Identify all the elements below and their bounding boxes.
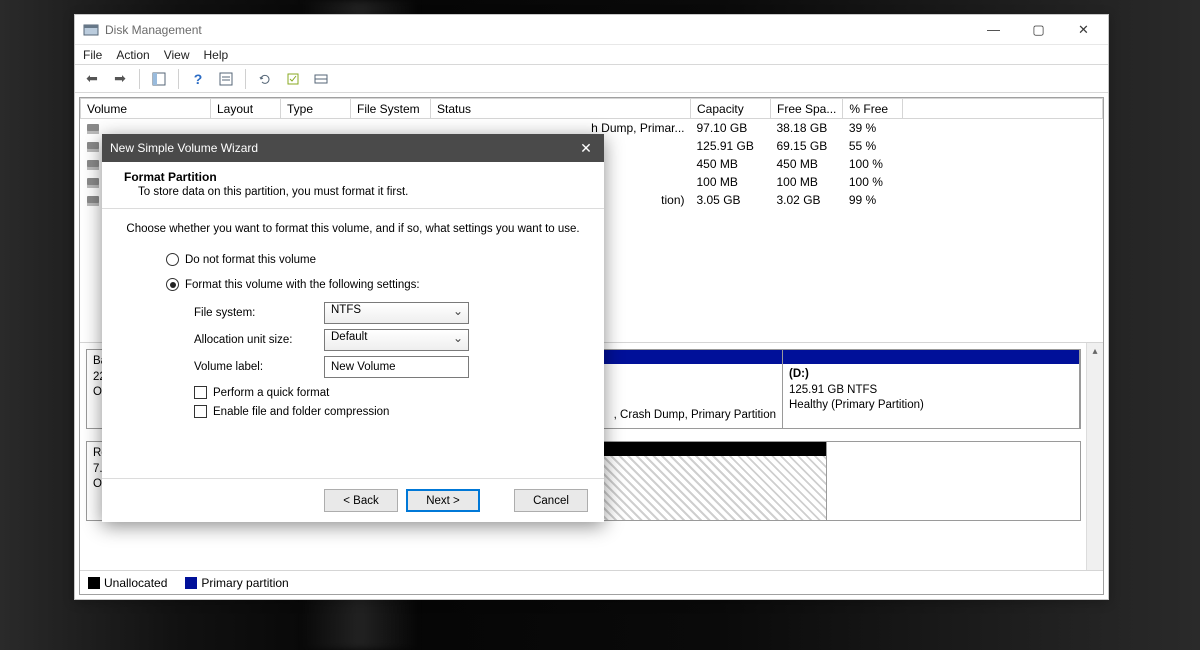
radio-format-with-settings[interactable]: Format this volume with the following se…	[166, 278, 582, 291]
refresh-icon[interactable]	[254, 68, 276, 90]
volume-icon	[87, 124, 99, 134]
cancel-button[interactable]: Cancel	[514, 489, 588, 512]
list-icon[interactable]	[310, 68, 332, 90]
checkbox-icon	[194, 405, 207, 418]
close-button[interactable]: ✕	[1061, 15, 1106, 45]
wizard-lead-text: Choose whether you want to format this v…	[124, 223, 582, 235]
new-simple-volume-wizard: New Simple Volume Wizard ✕ Format Partit…	[102, 134, 604, 522]
checkbox-icon	[194, 386, 207, 399]
maximize-button[interactable]: ▢	[1016, 15, 1061, 45]
volume-label-input[interactable]	[324, 356, 469, 378]
label-allocation-unit: Allocation unit size:	[194, 334, 324, 346]
col-free[interactable]: Free Spa...	[771, 99, 843, 119]
forward-icon[interactable]: ➡	[109, 68, 131, 90]
col-pctfree[interactable]: % Free	[843, 99, 903, 119]
col-volume[interactable]: Volume	[81, 99, 211, 119]
minimize-button[interactable]: ―	[971, 15, 1016, 45]
menu-view[interactable]: View	[164, 48, 190, 62]
file-system-select[interactable]: NTFS	[324, 302, 469, 324]
col-layout[interactable]: Layout	[211, 99, 281, 119]
window-title: Disk Management	[105, 23, 202, 37]
radio-do-not-format[interactable]: Do not format this volume	[166, 253, 582, 266]
wizard-heading: Format Partition	[124, 170, 582, 184]
scrollbar-vertical[interactable]: ▴	[1086, 343, 1103, 570]
col-capacity[interactable]: Capacity	[691, 99, 771, 119]
volume-icon	[87, 196, 99, 206]
action-icon[interactable]	[282, 68, 304, 90]
scroll-up-icon[interactable]: ▴	[1087, 343, 1103, 360]
radio-icon	[166, 278, 179, 291]
menu-file[interactable]: File	[83, 48, 102, 62]
allocation-unit-select[interactable]: Default	[324, 329, 469, 351]
volume-icon	[87, 142, 99, 152]
properties-icon[interactable]	[215, 68, 237, 90]
help-icon[interactable]: ?	[187, 68, 209, 90]
legend-swatch-primary	[185, 577, 197, 589]
wizard-subheading: To store data on this partition, you mus…	[138, 186, 582, 198]
label-file-system: File system:	[194, 307, 324, 319]
menubar: File Action View Help	[75, 45, 1108, 65]
col-status[interactable]: Status	[431, 99, 691, 119]
checkbox-quick-format[interactable]: Perform a quick format	[194, 386, 582, 399]
col-type[interactable]: Type	[281, 99, 351, 119]
checkbox-compression[interactable]: Enable file and folder compression	[194, 405, 582, 418]
volume-icon	[87, 178, 99, 188]
back-icon[interactable]: ⬅	[81, 68, 103, 90]
wizard-titlebar[interactable]: New Simple Volume Wizard ✕	[102, 134, 604, 162]
label-volume-label: Volume label:	[194, 361, 324, 373]
col-spacer	[903, 99, 1103, 119]
next-button[interactable]: Next >	[406, 489, 480, 512]
menu-action[interactable]: Action	[116, 48, 149, 62]
radio-icon	[166, 253, 179, 266]
app-icon	[83, 22, 99, 38]
wizard-title: New Simple Volume Wizard	[110, 141, 258, 155]
partition-d[interactable]: (D:) 125.91 GB NTFS Healthy (Primary Par…	[783, 364, 1079, 428]
wizard-header: Format Partition To store data on this p…	[102, 162, 604, 209]
toolbar: ⬅ ➡ ?	[75, 65, 1108, 93]
wizard-close-button[interactable]: ✕	[568, 134, 604, 162]
legend: Unallocated Primary partition	[80, 570, 1103, 594]
wizard-footer: < Back Next > Cancel	[102, 478, 604, 522]
volume-icon	[87, 160, 99, 170]
menu-help[interactable]: Help	[204, 48, 229, 62]
titlebar[interactable]: Disk Management ― ▢ ✕	[75, 15, 1108, 45]
legend-swatch-unallocated	[88, 577, 100, 589]
col-filesystem[interactable]: File System	[351, 99, 431, 119]
back-button[interactable]: < Back	[324, 489, 398, 512]
show-hide-tree-icon[interactable]	[148, 68, 170, 90]
